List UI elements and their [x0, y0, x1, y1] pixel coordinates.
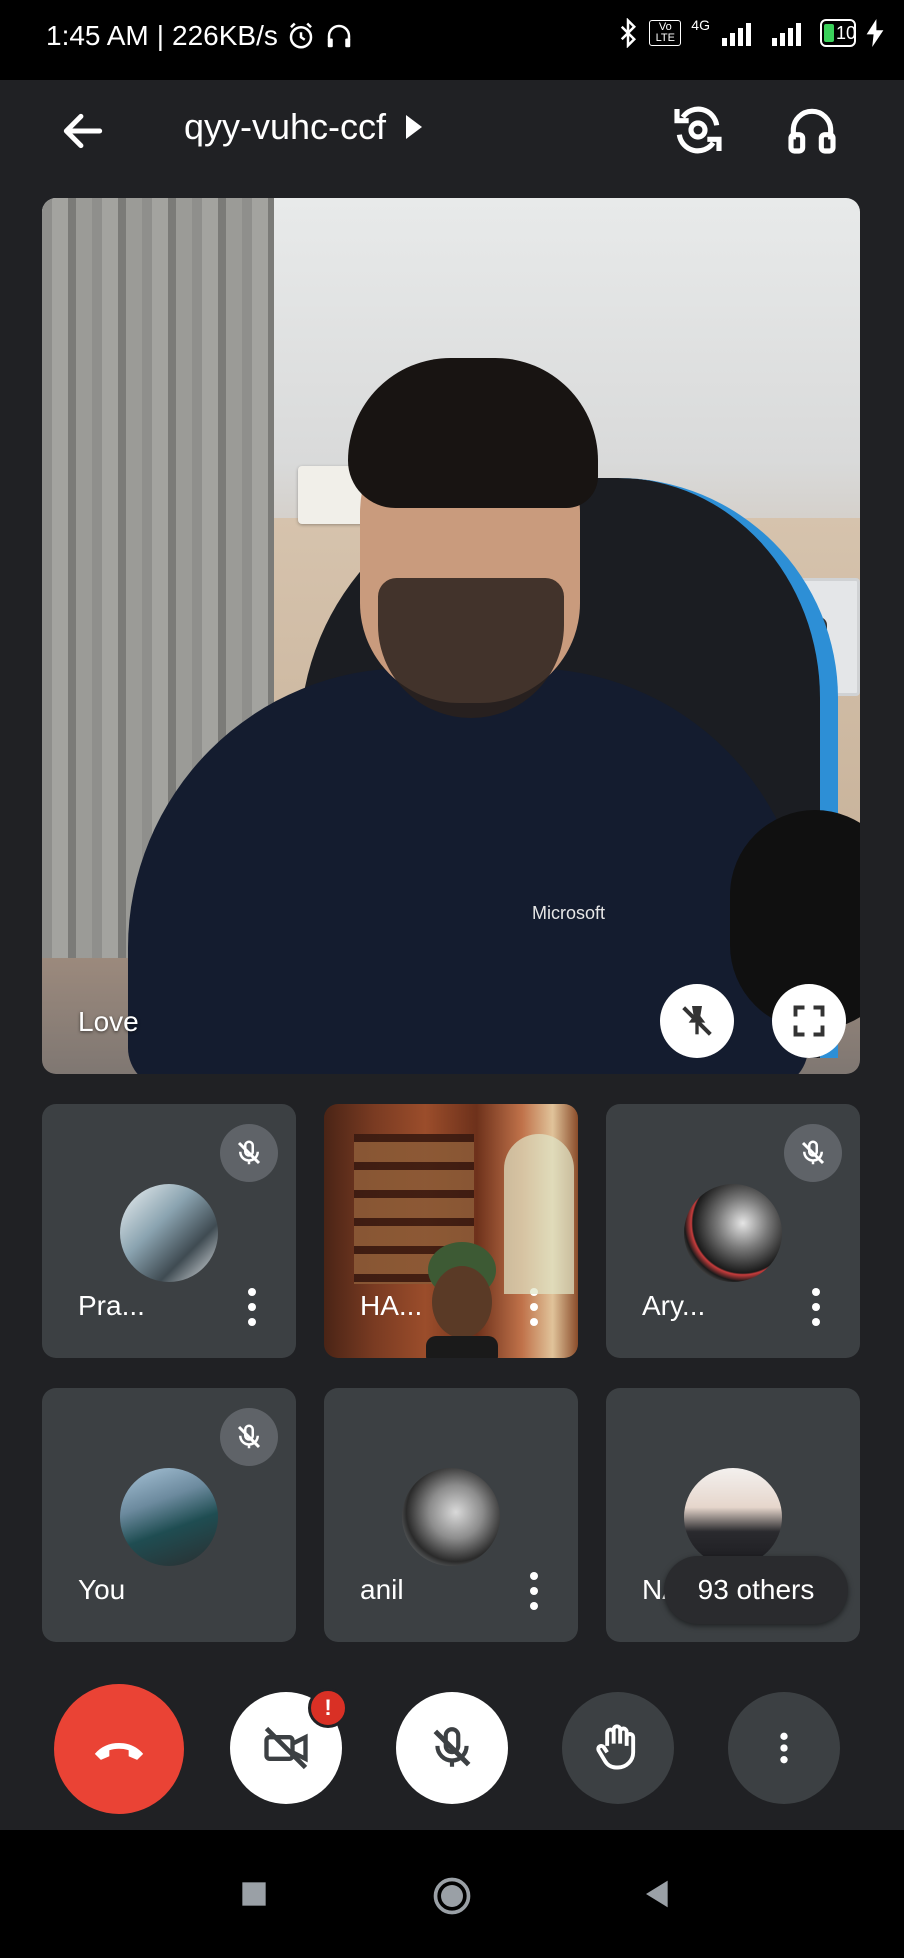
- chevron-right-icon: [406, 115, 423, 139]
- back-arrow-icon: [63, 113, 103, 149]
- meeting-header: qyy-vuhc-ccf: [0, 80, 904, 180]
- charging-icon: [866, 19, 884, 47]
- headphones-icon: [788, 108, 836, 154]
- main-participant-name: Love: [78, 1006, 139, 1037]
- avatar: [120, 1184, 218, 1282]
- network-type: 4G: [691, 17, 710, 33]
- speaker-hair: [348, 358, 598, 508]
- camera-off-icon: [264, 1726, 308, 1770]
- back-nav-button[interactable]: [636, 1874, 676, 1914]
- unpin-button[interactable]: [660, 984, 734, 1058]
- mic-muted-indicator: [784, 1124, 842, 1182]
- back-button[interactable]: [58, 106, 108, 156]
- participant-name: You: [78, 1574, 126, 1605]
- participant-more-button[interactable]: [526, 1284, 542, 1330]
- raise-hand-icon: [596, 1724, 636, 1770]
- more-options-icon: [780, 1732, 788, 1764]
- mic-off-icon: [433, 1727, 471, 1767]
- mic-muted-indicator: [220, 1124, 278, 1182]
- participant-tile[interactable]: HA...: [324, 1104, 578, 1358]
- unpin-icon: [682, 1006, 712, 1036]
- status-right: Vo LTE 4G 10: [617, 17, 884, 48]
- call-controls: !: [0, 1660, 904, 1820]
- status-time: 1:45 AM: [46, 20, 149, 51]
- mic-off-icon: [801, 1140, 825, 1165]
- battery-level: 10: [835, 23, 856, 43]
- signal-icon-2: [770, 20, 810, 46]
- home-icon: [433, 1877, 471, 1915]
- mic-off-icon: [237, 1424, 261, 1449]
- status-left: 1:45 AM | 226KB/s: [46, 20, 354, 52]
- avatar: [120, 1468, 218, 1566]
- recents-icon: [242, 1882, 266, 1906]
- more-options-button[interactable]: [728, 1692, 840, 1804]
- mic-off-icon: [237, 1140, 261, 1165]
- participant-tile[interactable]: Ary...: [606, 1104, 860, 1358]
- shirt-logo: Microsoft: [532, 903, 606, 923]
- others-count-chip[interactable]: 93 others: [664, 1556, 848, 1624]
- end-call-button[interactable]: [54, 1684, 184, 1814]
- mic-muted-indicator: [220, 1408, 278, 1466]
- fullscreen-button[interactable]: [772, 984, 846, 1058]
- avatar: [684, 1468, 782, 1566]
- meeting-code: qyy-vuhc-ccf: [184, 106, 387, 147]
- participant-more-button[interactable]: [526, 1568, 542, 1614]
- camera-toggle-button[interactable]: !: [230, 1688, 348, 1804]
- participant-more-button[interactable]: [808, 1284, 824, 1330]
- participant-tile[interactable]: You: [42, 1388, 296, 1642]
- main-video-tile[interactable]: Microsoft Love: [42, 198, 860, 1074]
- avatar: [402, 1468, 500, 1566]
- signal-icon-1: [720, 20, 760, 46]
- status-net-speed: 226KB/s: [172, 20, 278, 51]
- participant-tile[interactable]: anil: [324, 1388, 578, 1642]
- audio-output-button[interactable]: [784, 102, 840, 158]
- battery-indicator: 10: [819, 19, 856, 47]
- participant-name: HA...: [360, 1290, 423, 1321]
- home-button[interactable]: [430, 1874, 471, 1915]
- participant-tile[interactable]: Pra...: [42, 1104, 296, 1358]
- participant-name: Pra...: [78, 1290, 145, 1321]
- participant-name: anil: [360, 1574, 404, 1605]
- end-call-icon: [94, 1742, 144, 1760]
- status-bar: 1:45 AM | 226KB/s Vo LTE 4G 10: [0, 0, 904, 80]
- camera-alert-badge: !: [308, 1688, 348, 1728]
- flip-camera-icon: [674, 106, 722, 154]
- raise-hand-button[interactable]: [562, 1692, 674, 1804]
- meeting-code-button[interactable]: qyy-vuhc-ccf: [184, 106, 423, 148]
- status-separator: |: [156, 20, 165, 51]
- headset-status-icon: [324, 21, 354, 51]
- flip-camera-button[interactable]: [670, 102, 726, 158]
- participant-more-button[interactable]: [244, 1284, 260, 1330]
- participant-video: [426, 1242, 498, 1358]
- avatar: [684, 1184, 782, 1282]
- alarm-icon: [286, 21, 316, 51]
- volte-badge: Vo LTE: [649, 20, 682, 46]
- bluetooth-icon: [617, 18, 639, 48]
- back-triangle-icon: [646, 1880, 668, 1908]
- system-navigation-bar: [0, 1830, 904, 1958]
- participant-name: Ary...: [642, 1290, 706, 1321]
- mic-toggle-button[interactable]: [396, 1692, 508, 1804]
- fullscreen-icon: [793, 1005, 825, 1037]
- recents-button[interactable]: [234, 1874, 274, 1914]
